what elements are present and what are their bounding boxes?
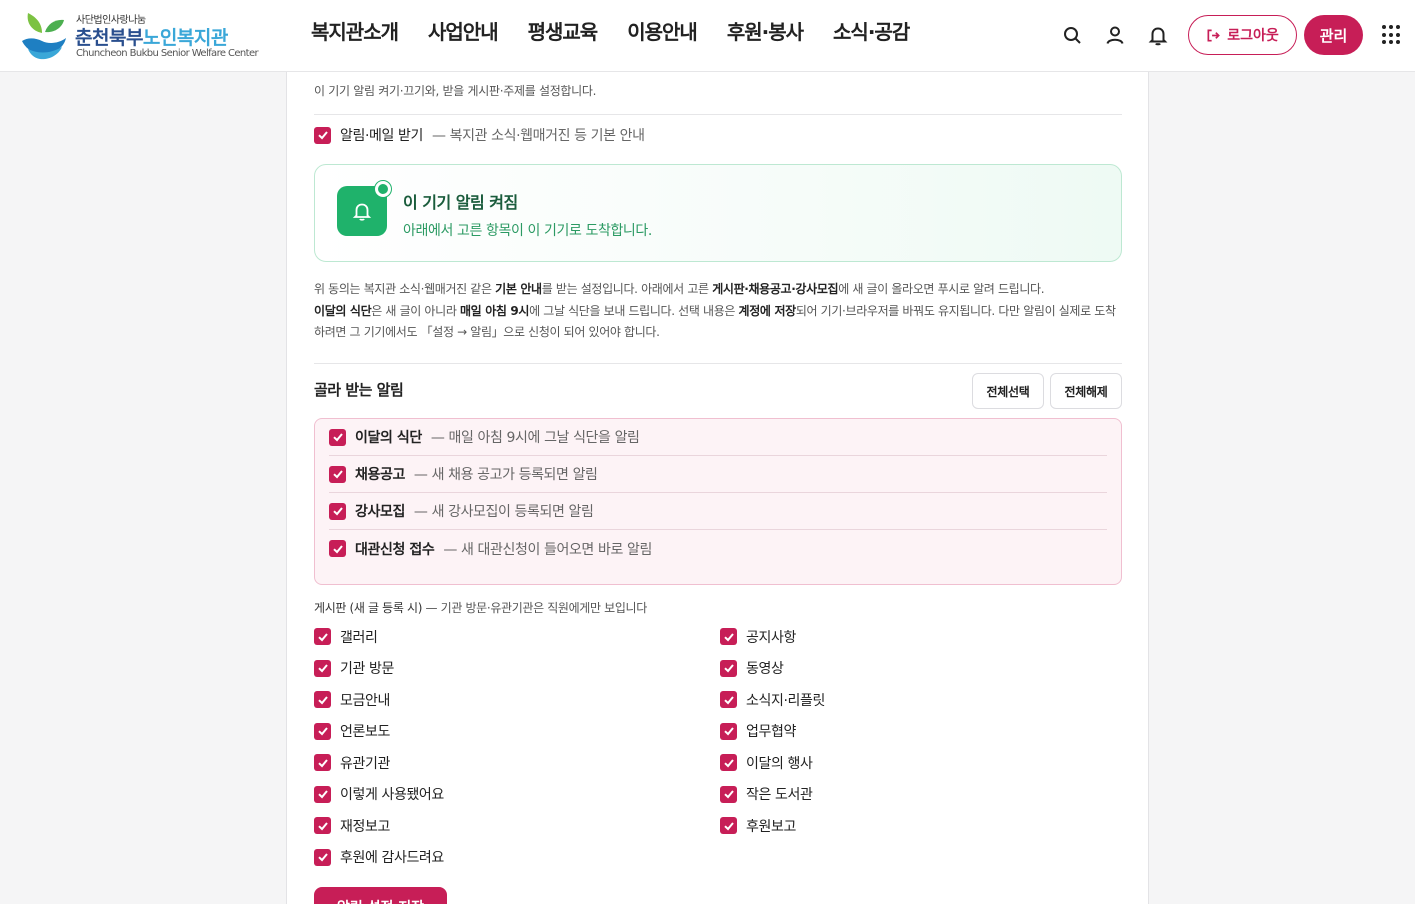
pick-item-rental[interactable]: 대관신청 접수 — 새 대관신청이 들어오면 바로 알림 — [329, 530, 1107, 567]
board-checkbox[interactable] — [314, 817, 331, 835]
admin-button[interactable]: 관리 — [1304, 15, 1363, 55]
board-checkbox[interactable] — [720, 628, 737, 646]
board-label: 후원보고 — [746, 818, 796, 835]
logout-label: 로그아웃 — [1227, 28, 1279, 44]
board-item[interactable]: 후원에 감사드려요 — [314, 842, 720, 874]
site-logo[interactable]: 사단법인사랑나눔 춘천북부노인복지관 Chuncheon Bukbu Senio… — [18, 9, 268, 63]
panel-intro: 이 기기 알림 켜기·끄기와, 받을 게시판·주제를 설정합니다. — [314, 84, 597, 98]
explain-text: 위 동의는 복지관 소식·웹매거진 같은 기본 안내를 받는 설정입니다. 아래… — [314, 282, 1116, 339]
pick-list: 이달의 식단 — 매일 아침 9시에 그날 식단을 알림 채용공고 — 새 채용… — [314, 418, 1122, 585]
board-label: 모금안내 — [340, 692, 390, 709]
all-menu-icon[interactable] — [1382, 25, 1402, 45]
board-item[interactable]: 동영상 — [720, 653, 1126, 685]
consent-checkbox[interactable] — [314, 126, 331, 144]
pick-item-jobs[interactable]: 채용공고 — 새 채용 공고가 등록되면 알림 — [329, 456, 1107, 493]
board-label: 동영상 — [746, 661, 784, 678]
board-item[interactable]: 이달의 행사 — [720, 747, 1126, 779]
board-item[interactable]: 공지사항 — [720, 621, 1126, 653]
select-all-button[interactable]: 전체선택 — [972, 373, 1044, 409]
board-label: 작은 도서관 — [746, 787, 813, 804]
board-item[interactable]: 기관 방문 — [314, 653, 720, 685]
board-item[interactable]: 이렇게 사용됐어요 — [314, 779, 720, 811]
board-checkbox[interactable] — [720, 722, 737, 740]
logout-icon — [1207, 29, 1221, 41]
user-icon[interactable] — [1104, 24, 1126, 46]
pick-checkbox[interactable] — [329, 465, 346, 483]
pick-section-title: 골라 받는 알림 — [314, 381, 404, 399]
board-item[interactable]: 유관기관 — [314, 747, 720, 779]
board-label: 이렇게 사용됐어요 — [340, 787, 444, 804]
pick-checkbox[interactable] — [329, 502, 346, 520]
board-label: 후원에 감사드려요 — [340, 850, 444, 867]
logo-english: Chuncheon Bukbu Senior Welfare Center — [76, 48, 259, 59]
nav-item-about[interactable]: 복지관소개 — [296, 16, 413, 48]
board-checkbox[interactable] — [720, 659, 737, 677]
board-item[interactable]: 업무협약 — [720, 716, 1126, 748]
board-item[interactable]: 언론보도 — [314, 716, 720, 748]
board-checkbox[interactable] — [314, 848, 331, 866]
board-label: 공지사항 — [746, 629, 796, 646]
nav-item-news[interactable]: 소식·공감 — [818, 16, 924, 48]
nav-item-business[interactable]: 사업안내 — [413, 16, 513, 48]
board-checkbox[interactable] — [314, 754, 331, 772]
board-checkbox[interactable] — [720, 785, 737, 803]
status-title: 이 기기 알림 켜짐 — [403, 193, 518, 212]
device-status-card: 이 기기 알림 켜짐 아래에서 고른 항목이 이 기기로 도착합니다. — [314, 164, 1122, 262]
status-active-dot — [375, 181, 391, 197]
board-label: 갤러리 — [340, 629, 378, 646]
board-item[interactable]: 후원보고 — [720, 810, 1126, 842]
status-desc: 아래에서 고른 항목이 이 기기로 도착합니다. — [403, 223, 652, 239]
logout-button[interactable]: 로그아웃 — [1188, 15, 1297, 55]
board-item[interactable]: 재정보고 — [314, 810, 720, 842]
board-label: 기관 방문 — [340, 661, 394, 678]
pick-checkbox[interactable] — [329, 540, 346, 557]
board-checkbox[interactable] — [720, 691, 737, 709]
divider — [314, 114, 1122, 115]
board-label: 언론보도 — [340, 724, 390, 741]
board-list: 갤러리 공지사항기관 방문 동영상모금안내 소식지·리플릿언론보도 업무협약유관기관 이달… — [314, 621, 1134, 873]
nav-item-education[interactable]: 평생교육 — [513, 16, 613, 48]
search-icon[interactable] — [1061, 24, 1083, 46]
board-label: 소식지·리플릿 — [746, 692, 825, 709]
nav-item-guide[interactable]: 이용안내 — [612, 16, 712, 48]
save-settings-button[interactable]: 알림 설정 저장 — [314, 887, 447, 904]
board-item[interactable]: 모금안내 — [314, 684, 720, 716]
board-checkbox[interactable] — [720, 754, 737, 772]
board-section-head: 게시판 (새 글 등록 시) — 기관 방문·유관기관은 직원에게만 보입니다 — [314, 601, 647, 615]
pick-item-menu[interactable]: 이달의 식단 — 매일 아침 9시에 그날 식단을 알림 — [329, 419, 1107, 456]
pick-item-instructors[interactable]: 강사모집 — 새 강사모집이 등록되면 알림 — [329, 493, 1107, 530]
board-checkbox[interactable] — [314, 628, 331, 646]
board-label: 재정보고 — [340, 818, 390, 835]
nav-item-support[interactable]: 후원·봉사 — [712, 16, 818, 48]
consent-desc: — 복지관 소식·웹매거진 등 기본 안내 — [431, 128, 645, 144]
board-checkbox[interactable] — [314, 659, 331, 677]
deselect-all-button[interactable]: 전체해제 — [1050, 373, 1122, 409]
bell-icon[interactable] — [1147, 24, 1169, 46]
board-checkbox[interactable] — [720, 817, 737, 835]
divider — [314, 363, 1122, 364]
consent-title: 알림·메일 받기 — [340, 128, 423, 144]
consent-row[interactable]: 알림·메일 받기 — 복지관 소식·웹매거진 등 기본 안내 — [314, 125, 645, 145]
logo-mark-icon — [22, 13, 66, 60]
notification-settings-panel: 이 기기 알림 켜기·끄기와, 받을 게시판·주제를 설정합니다. 알림·메일 … — [286, 72, 1149, 904]
board-item[interactable]: 갤러리 — [314, 621, 720, 653]
board-checkbox[interactable] — [314, 722, 331, 740]
board-item[interactable]: 소식지·리플릿 — [720, 684, 1126, 716]
board-checkbox[interactable] — [314, 785, 331, 803]
board-label: 업무협약 — [746, 724, 796, 741]
main-nav: 복지관소개 사업안내 평생교육 이용안내 후원·봉사 소식·공감 — [296, 16, 924, 48]
board-checkbox[interactable] — [314, 691, 331, 709]
board-label: 이달의 행사 — [746, 755, 813, 772]
site-header: 사단법인사랑나눔 춘천북부노인복지관 Chuncheon Bukbu Senio… — [0, 0, 1415, 72]
board-item[interactable]: 작은 도서관 — [720, 779, 1126, 811]
pick-checkbox[interactable] — [329, 428, 346, 446]
board-label: 유관기관 — [340, 755, 390, 772]
logo-title: 춘천북부노인복지관 — [75, 27, 228, 49]
